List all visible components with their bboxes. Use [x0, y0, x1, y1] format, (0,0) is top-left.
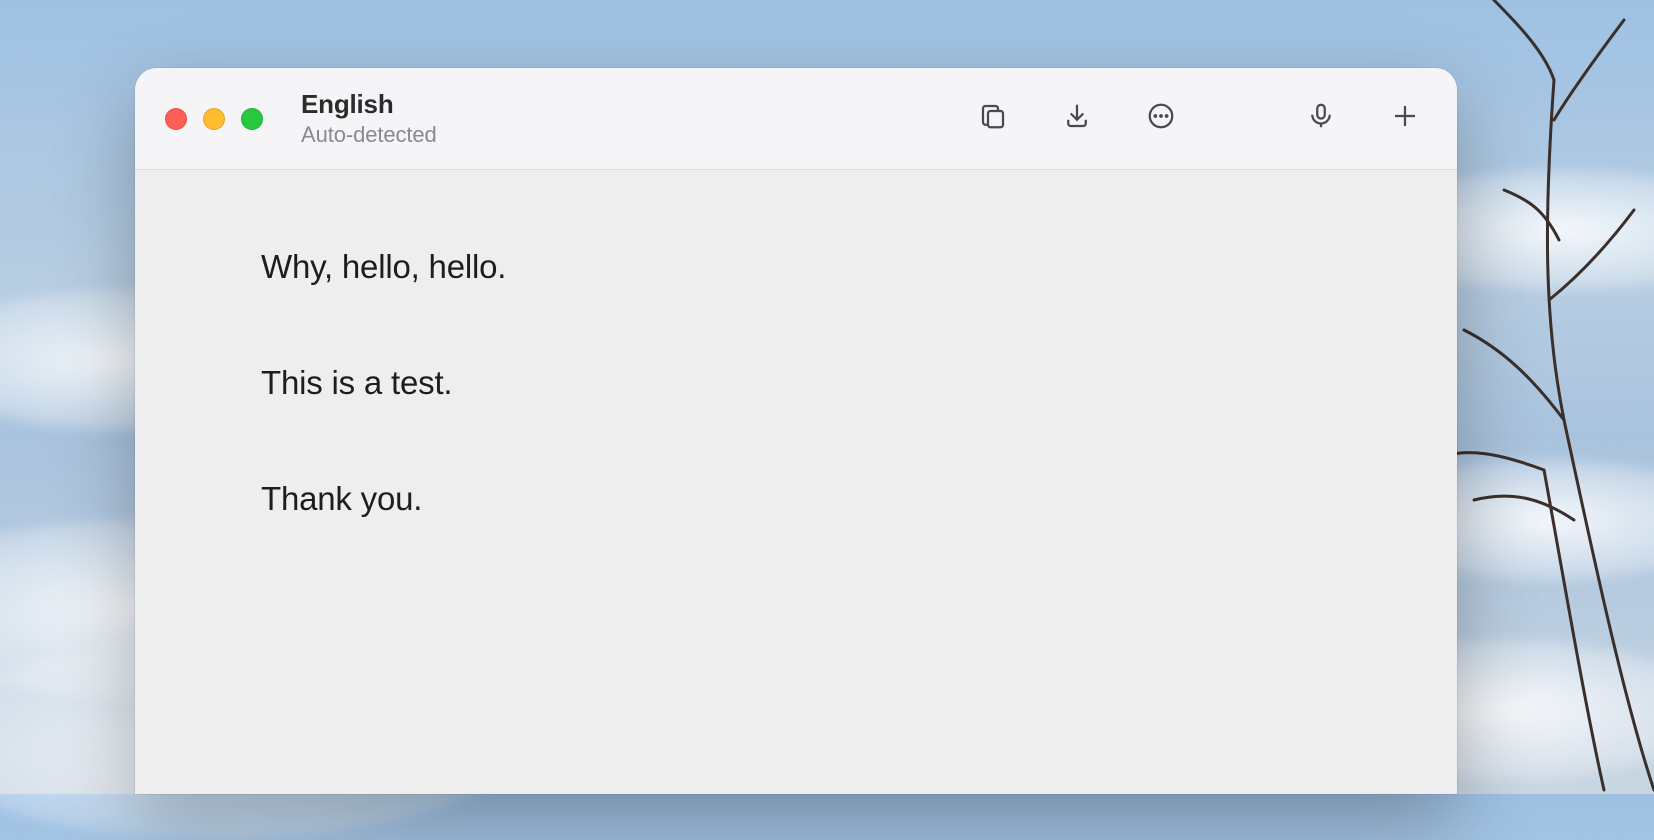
window-controls [165, 108, 263, 130]
toolbar [971, 97, 1427, 141]
minimize-window-button[interactable] [203, 108, 225, 130]
save-button[interactable] [1055, 97, 1099, 141]
download-icon [1062, 101, 1092, 136]
copy-icon [978, 101, 1008, 136]
more-icon [1146, 101, 1176, 136]
detected-language-label: English [301, 89, 437, 120]
plus-icon [1390, 101, 1420, 136]
new-button[interactable] [1383, 97, 1427, 141]
record-button[interactable] [1299, 97, 1343, 141]
titlebar: English Auto-detected [135, 68, 1457, 170]
transcript-line: Thank you. [261, 480, 1331, 518]
copy-button[interactable] [971, 97, 1015, 141]
more-button[interactable] [1139, 97, 1183, 141]
close-window-button[interactable] [165, 108, 187, 130]
transcript-line: This is a test. [261, 364, 1331, 402]
title-block[interactable]: English Auto-detected [301, 89, 437, 148]
transcript-line: Why, hello, hello. [261, 248, 1331, 286]
transcript-area[interactable]: Why, hello, hello. This is a test. Thank… [135, 170, 1457, 794]
microphone-icon [1306, 101, 1336, 136]
zoom-window-button[interactable] [241, 108, 263, 130]
app-window: English Auto-detected [135, 68, 1457, 794]
detection-mode-label: Auto-detected [301, 122, 437, 148]
